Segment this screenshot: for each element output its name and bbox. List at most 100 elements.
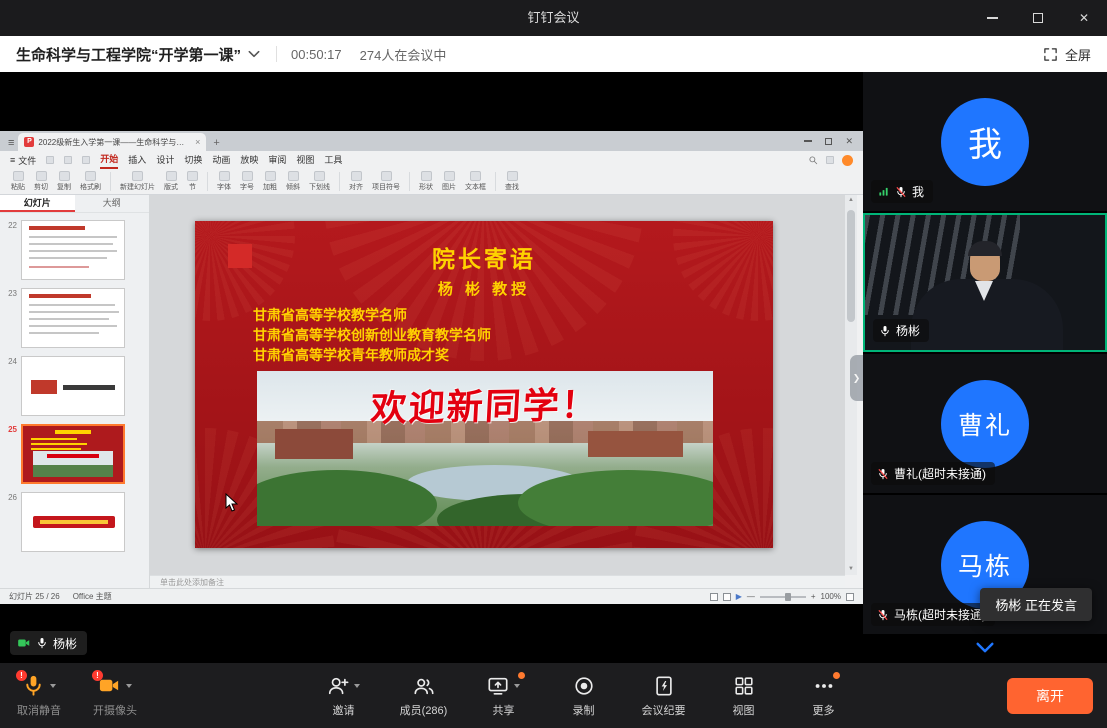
tile-name-badge: 杨彬 <box>873 319 929 342</box>
ppt-tab-bar: ≡ P 2022级新生入学第一课——生命科学与工程学院 × + ✕ <box>0 131 863 151</box>
cut-icon <box>36 171 47 181</box>
undo-icon <box>64 156 72 164</box>
thumbnail-card <box>21 288 125 348</box>
fullscreen-button[interactable]: 全屏 <box>1043 45 1091 64</box>
mouse-cursor <box>225 493 238 512</box>
ppt-window-controls: ✕ <box>804 131 863 151</box>
ppt-maximize-icon <box>825 138 832 145</box>
members-label: 成员(286) <box>400 702 448 718</box>
meeting-minutes-button[interactable]: 会议纪要 <box>639 674 689 718</box>
ppt-menu-transition: 切换 <box>184 152 202 168</box>
tile-name-badge: 我 <box>871 180 933 203</box>
mic-device-caret-icon[interactable] <box>50 684 56 688</box>
share-screen-button[interactable]: 共享 <box>479 674 529 718</box>
camera-warning-icon: ! <box>92 670 103 681</box>
section-icon <box>187 171 198 181</box>
tab-close-icon: × <box>195 137 200 147</box>
fullscreen-label: 全屏 <box>1065 45 1091 64</box>
mic-warning-icon: ! <box>16 670 27 681</box>
invite-button[interactable]: 邀请 <box>319 674 369 718</box>
welcome-calligraphy: 欢迎新同学！ <box>257 374 713 434</box>
view-layout-button[interactable]: 视图 <box>719 674 769 718</box>
share-notification-dot <box>518 672 525 679</box>
font-size-icon <box>242 171 253 181</box>
avatar: 曹礼 <box>941 380 1029 468</box>
participant-name: 曹礼(超时未接通) <box>894 465 986 482</box>
ppt-menu-insert: 插入 <box>128 152 146 168</box>
honor-line: 甘肃省高等学校青年教师成才奖 <box>253 345 449 365</box>
minimize-icon <box>987 17 998 19</box>
share-caret-icon <box>514 684 520 688</box>
tab-slides: 幻灯片 <box>0 195 75 212</box>
minimize-button[interactable] <box>969 0 1015 36</box>
font-icon <box>219 171 230 181</box>
shared-ppt-window: ≡ P 2022级新生入学第一课——生命科学与工程学院 × + ✕ ≡ 文件 <box>0 131 863 604</box>
ribbon-layout: 版式 <box>161 171 181 192</box>
invite-label: 邀请 <box>333 702 355 718</box>
more-notification-dot <box>833 672 840 679</box>
window-title: 钉钉会议 <box>527 0 579 36</box>
new-tab-icon: + <box>213 137 219 149</box>
picture-icon <box>444 171 455 181</box>
chevron-down-icon[interactable] <box>246 46 262 62</box>
participant-name: 马栋(超时未接通) <box>894 606 986 623</box>
layout-icon <box>166 171 177 181</box>
view-label: 视图 <box>733 702 755 718</box>
scroll-down-icon: ▼ <box>848 564 854 575</box>
ppt-menu-bar: ≡ 文件 开始 插入 设计 切换 动画 放映 审阅 视图 工具 <box>0 151 863 169</box>
video-tile-yangbin-active[interactable]: 杨彬 <box>863 213 1107 352</box>
participant-name: 我 <box>912 183 924 200</box>
ppt-document-title: 2022级新生入学第一课——生命科学与工程学院 <box>38 137 191 148</box>
camera-on-button[interactable]: ! 开摄像头 <box>90 674 140 718</box>
speaking-toast-text: 杨彬 正在发言 <box>995 595 1077 614</box>
ribbon-separator <box>110 172 111 191</box>
unmute-button[interactable]: ! 取消静音 <box>14 674 64 718</box>
more-dots-icon <box>813 675 835 697</box>
ribbon-copy: 复制 <box>54 171 74 192</box>
meeting-toolbar: ! 取消静音 ! 开摄像头 邀请 <box>0 663 1107 728</box>
record-icon <box>573 675 595 697</box>
more-button[interactable]: 更多 <box>799 674 849 718</box>
video-tile-me[interactable]: 我 我 <box>863 72 1107 211</box>
file-menu-label: 文件 <box>18 154 36 167</box>
slide-number: 22 <box>2 220 17 230</box>
ppt-menu-home: 开始 <box>100 151 118 169</box>
align-icon <box>351 171 362 181</box>
slide-thumbnail-24: 24 <box>2 356 145 416</box>
mic-icon <box>879 325 891 337</box>
titlebar: 钉钉会议 ✕ <box>0 0 1107 36</box>
invite-icon <box>327 675 349 697</box>
avatar: 我 <box>941 98 1029 186</box>
ppt-menu-view: 视图 <box>296 152 314 168</box>
ribbon-paste: 粘贴 <box>8 171 28 192</box>
ribbon-font: 字体 <box>214 171 234 192</box>
scroll-up-icon: ▲ <box>848 195 854 206</box>
scroll-more-participants-icon[interactable] <box>961 635 1009 660</box>
camera-device-caret-icon[interactable] <box>126 684 132 688</box>
sidebar-collapse-handle[interactable]: ❯ <box>850 355 863 401</box>
ribbon-underline: 下划线 <box>306 171 333 192</box>
record-button[interactable]: 录制 <box>559 674 609 718</box>
minutes-label: 会议纪要 <box>642 702 686 718</box>
ppt-close-icon: ✕ <box>845 136 853 147</box>
thumbnail-card <box>21 220 125 280</box>
shared-screen-area: ≡ P 2022级新生入学第一课——生命科学与工程学院 × + ✕ ≡ 文件 <box>0 72 863 663</box>
find-icon <box>507 171 518 181</box>
ribbon-bold: 加粗 <box>260 171 280 192</box>
mic-muted-icon <box>895 186 907 198</box>
meeting-info-bar: 生命科学与工程学院“开学第一课” 00:50:17 274人在会议中 全屏 <box>0 36 1107 72</box>
ppt-menu-review: 审阅 <box>268 152 286 168</box>
textbox-icon <box>470 171 481 181</box>
video-tile-caoli[interactable]: 曹礼 曹礼(超时未接通) <box>863 354 1107 493</box>
maximize-button[interactable] <box>1015 0 1061 36</box>
photo-building <box>588 431 683 457</box>
speaking-toast: 杨彬 正在发言 <box>980 588 1092 621</box>
members-button[interactable]: 成员(286) <box>399 674 449 718</box>
close-button[interactable]: ✕ <box>1061 0 1107 36</box>
leave-meeting-button[interactable]: 离开 <box>1007 678 1093 714</box>
honor-line: 甘肃省高等学校教学名师 <box>253 305 407 325</box>
search-icon <box>808 155 818 165</box>
unmute-label: 取消静音 <box>17 702 61 718</box>
thumbnail-list: 22 23 <box>0 213 149 552</box>
maximize-icon <box>1033 13 1043 23</box>
